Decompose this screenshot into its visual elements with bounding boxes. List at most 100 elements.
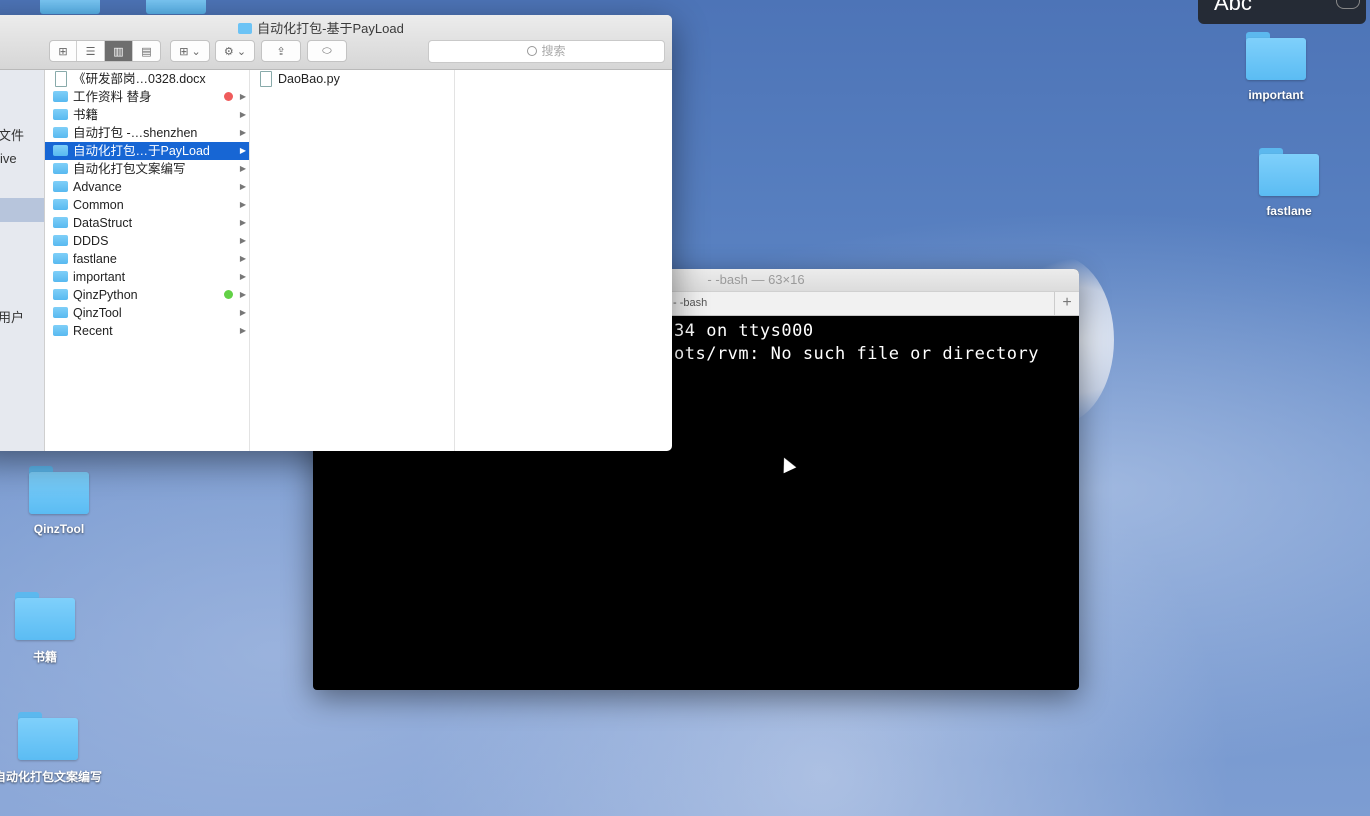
desktop-folder-books[interactable]: 书籍 — [0, 592, 105, 665]
folder-icon — [53, 289, 68, 300]
folder-icon — [1246, 32, 1306, 80]
folder-icon — [53, 253, 68, 264]
row-label: Advance — [73, 180, 122, 194]
tag-button[interactable]: ⬭ — [307, 40, 347, 62]
folder-icon — [53, 307, 68, 318]
finder-window[interactable]: 自动化打包-基于PayLoad ⊞ ☰ ▥ ▤ ⊞ ⌄ ⚙ ⌄ ⇪ ⬭ 搜索 文… — [0, 15, 672, 451]
folder-icon — [53, 271, 68, 282]
column-view-icon[interactable]: ▥ — [105, 41, 133, 61]
disclosure-arrow-icon: ▶ — [239, 146, 246, 155]
desktop-folder-label: important — [1248, 88, 1304, 102]
folder-icon — [1259, 148, 1319, 196]
file-row[interactable]: DaoBao.py — [250, 70, 454, 88]
folder-row[interactable]: QinzTool ▶ — [45, 304, 249, 322]
document-icon — [260, 71, 272, 87]
disclosure-arrow-icon: ▶ — [239, 272, 246, 281]
folder-icon — [53, 217, 68, 228]
row-label: Recent — [73, 324, 113, 338]
row-label: QinzTool — [73, 306, 122, 320]
gallery-view-icon[interactable]: ▤ — [133, 41, 160, 61]
desktop-folder-qinztool[interactable]: QinzTool — [0, 466, 119, 536]
disclosure-arrow-icon: ▶ — [239, 110, 246, 119]
row-label: fastlane — [73, 252, 117, 266]
folder-row[interactable]: Advance ▶ — [45, 178, 249, 196]
share-icon[interactable]: ⇪ — [262, 41, 300, 61]
finder-toolbar: 自动化打包-基于PayLoad ⊞ ☰ ▥ ▤ ⊞ ⌄ ⚙ ⌄ ⇪ ⬭ 搜索 — [0, 15, 672, 70]
folder-row[interactable]: 自动打包 -…shenzhen ▶ — [45, 124, 249, 142]
folder-row[interactable]: DDDS ▶ — [45, 232, 249, 250]
folder-row[interactable]: important ▶ — [45, 268, 249, 286]
color-tag-icon — [224, 92, 233, 101]
row-label: Common — [73, 198, 124, 212]
folder-row[interactable]: Common ▶ — [45, 196, 249, 214]
row-label: important — [73, 270, 126, 284]
row-label: 书籍 — [73, 108, 99, 122]
disclosure-arrow-icon: ▶ — [239, 164, 246, 173]
list-view-icon[interactable]: ☰ — [77, 41, 105, 61]
folder-row[interactable]: 自动化打包文案编写 ▶ — [45, 160, 249, 178]
search-input[interactable]: 搜索 — [428, 40, 665, 63]
folder-icon — [18, 712, 78, 760]
new-tab-button[interactable]: + — [1054, 292, 1079, 315]
search-placeholder: 搜索 — [541, 44, 566, 58]
folder-row[interactable]: QinzPython ▶ — [45, 286, 249, 304]
row-label: 自动化打包文案编写 — [73, 162, 186, 176]
sidebar-item[interactable]: ive — [0, 151, 17, 166]
terminal-tab[interactable]: - -bash — [673, 297, 707, 309]
disclosure-arrow-icon: ▶ — [239, 182, 246, 191]
desktop-folder-autopack-doc[interactable]: 自动化打包文案编写 — [0, 712, 108, 785]
document-icon — [55, 71, 67, 87]
folder-row[interactable]: 工作资料 替身 ▶ — [45, 88, 249, 106]
row-label: 自动化打包…于PayLoad — [73, 144, 210, 158]
sidebar-selection — [0, 198, 44, 222]
command-key-icon — [1336, 0, 1360, 9]
gear-icon[interactable]: ⚙ ⌄ — [216, 41, 254, 61]
arrange-button[interactable]: ⊞ ⌄ — [170, 40, 210, 62]
folder-icon — [53, 199, 68, 210]
folder-row[interactable]: Recent ▶ — [45, 322, 249, 340]
share-button[interactable]: ⇪ — [261, 40, 301, 62]
finder-sidebar: 文件 ive 用户 — [0, 70, 45, 451]
disclosure-arrow-icon: ▶ — [239, 236, 246, 245]
row-label: QinzPython — [73, 288, 138, 302]
folder-icon — [53, 145, 68, 156]
icon-view-icon[interactable]: ⊞ — [50, 41, 77, 61]
desktop-folder-fastlane[interactable]: fastlane — [1229, 148, 1349, 218]
folder-row[interactable]: DataStruct ▶ — [45, 214, 249, 232]
arrange-icon[interactable]: ⊞ ⌄ — [171, 41, 209, 61]
row-label: DataStruct — [73, 216, 133, 230]
view-mode-control: ⊞ ☰ ▥ ▤ — [49, 40, 161, 62]
folder-icon — [53, 163, 68, 174]
folder-icon — [53, 109, 68, 120]
folder-row[interactable]: 自动化打包…于PayLoad ▶ — [45, 142, 249, 160]
tag-icon[interactable]: ⬭ — [308, 41, 346, 61]
finder-title-text: 自动化打包-基于PayLoad — [257, 21, 404, 36]
folder-row[interactable]: 书籍 ▶ — [45, 106, 249, 124]
desktop-folder-label: QinzTool — [33, 522, 85, 536]
folder-icon — [29, 466, 89, 514]
disclosure-arrow-icon: ▶ — [239, 308, 246, 317]
row-label: 工作资料 替身 — [73, 90, 152, 104]
disclosure-arrow-icon: ▶ — [239, 92, 246, 101]
terminal-line: 34 on ttys000 — [674, 321, 814, 341]
row-label: DaoBao.py — [278, 72, 340, 86]
sidebar-item[interactable]: 文件 — [0, 125, 24, 144]
file-row[interactable]: 《研发部岗…0328.docx — [45, 70, 249, 88]
input-source-indicator: Abc — [1198, 0, 1366, 24]
row-label: 自动打包 -…shenzhen — [73, 126, 198, 140]
desktop-folder-important[interactable]: important — [1216, 32, 1336, 102]
search-icon — [527, 46, 538, 56]
disclosure-arrow-icon: ▶ — [239, 326, 246, 335]
folder-icon — [53, 181, 68, 192]
terminal-line: ots/rvm: No such file or directory — [674, 344, 1039, 364]
row-label: DDDS — [73, 234, 109, 248]
desktop-folder-partial[interactable] — [146, 0, 206, 14]
action-button[interactable]: ⚙ ⌄ — [215, 40, 255, 62]
desktop-folder-label: 书籍 — [32, 650, 57, 664]
disclosure-arrow-icon: ▶ — [239, 290, 246, 299]
color-tag-icon — [224, 290, 233, 299]
finder-column-2: DaoBao.py — [250, 70, 455, 451]
sidebar-item[interactable]: 用户 — [0, 307, 24, 326]
desktop-folder-partial[interactable] — [40, 0, 100, 14]
folder-row[interactable]: fastlane ▶ — [45, 250, 249, 268]
